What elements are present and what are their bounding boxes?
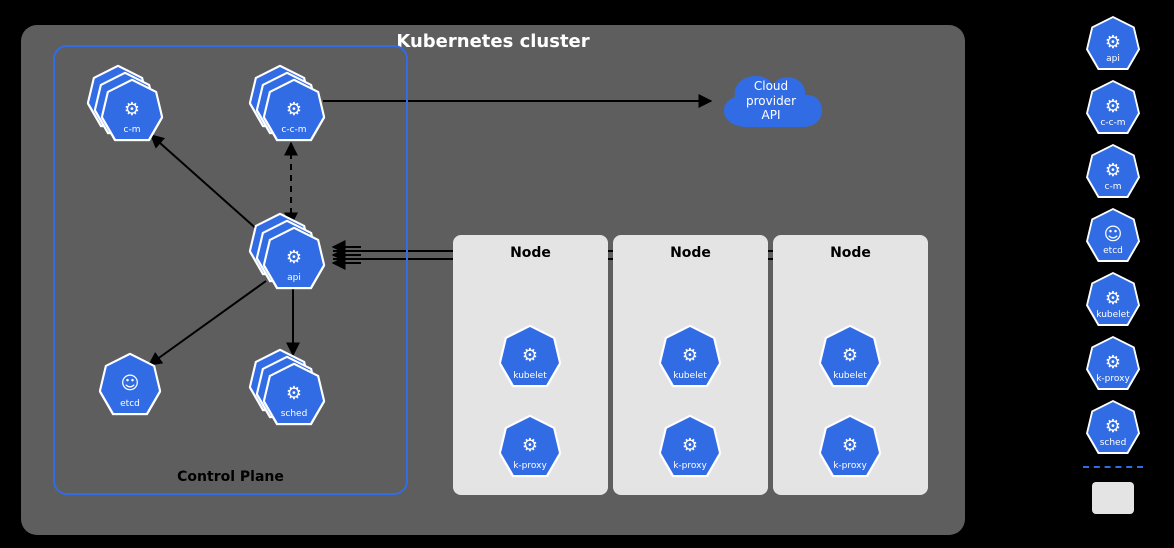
etcd-icon: ☺ etcd [101, 355, 159, 413]
node-panel-2: Node ⚙ kubelet ⚙ k-proxy [613, 235, 768, 495]
legend-label: c-m [1088, 183, 1138, 192]
kubernetes-cluster-panel: Kubernetes cluster [21, 25, 965, 535]
cm-label: c-m [103, 126, 161, 135]
gear-icon: ⚙ [1105, 98, 1121, 116]
legend-cm-icon: ⚙ c-m [1088, 146, 1138, 196]
kube-proxy-icon: ⚙ k-proxy [821, 417, 879, 475]
legend-sched-icon: ⚙ sched [1088, 402, 1138, 452]
legend-dashed-line [1083, 466, 1143, 468]
legend-label: c-c-m [1088, 119, 1138, 128]
gear-icon: ⚙ [1105, 162, 1121, 180]
gear-icon: ⚙ [286, 385, 302, 403]
gear-icon: ⚙ [842, 437, 858, 455]
kubelet-label: kubelet [501, 372, 559, 381]
kubelet-label: kubelet [821, 372, 879, 381]
cloud-controller-manager-icon: ⚙ c-c-m [265, 81, 323, 139]
api-label: api [265, 274, 323, 283]
legend-label: etcd [1088, 247, 1138, 256]
kproxy-label: k-proxy [821, 462, 879, 471]
legend-node-swatch [1092, 482, 1134, 514]
cloud-label: Cloud provider API [711, 63, 831, 139]
gear-icon: ⚙ [842, 347, 858, 365]
kubelet-icon: ⚙ kubelet [661, 327, 719, 385]
sched-label: sched [265, 410, 323, 419]
gear-icon: ⚙ [1105, 34, 1121, 52]
gear-icon: ⚙ [522, 437, 538, 455]
node-title: Node [613, 245, 768, 261]
etcd-glyph-icon: ☺ [121, 375, 140, 393]
scheduler-icon: ⚙ sched [265, 365, 323, 423]
gear-icon: ⚙ [1105, 354, 1121, 372]
kube-proxy-icon: ⚙ k-proxy [501, 417, 559, 475]
legend-panel: ⚙ api ⚙ c-c-m ⚙ c-m ☺ etcd ⚙ kubelet ⚙ k… [1078, 18, 1148, 514]
node-panel-1: Node ⚙ kubelet ⚙ k-proxy [453, 235, 608, 495]
gear-icon: ⚙ [286, 249, 302, 267]
gear-icon: ⚙ [682, 347, 698, 365]
ccm-label: c-c-m [265, 126, 323, 135]
gear-icon: ⚙ [1105, 290, 1121, 308]
etcd-glyph-icon: ☺ [1104, 226, 1123, 244]
gear-icon: ⚙ [286, 101, 302, 119]
controller-manager-icon: ⚙ c-m [103, 81, 161, 139]
kproxy-label: k-proxy [661, 462, 719, 471]
control-plane-title: Control Plane [55, 469, 406, 485]
node-title: Node [453, 245, 608, 261]
kubelet-label: kubelet [661, 372, 719, 381]
gear-icon: ⚙ [124, 101, 140, 119]
legend-kubelet-icon: ⚙ kubelet [1088, 274, 1138, 324]
legend-etcd-icon: ☺ etcd [1088, 210, 1138, 260]
legend-label: sched [1088, 439, 1138, 448]
gear-icon: ⚙ [682, 437, 698, 455]
kubelet-icon: ⚙ kubelet [501, 327, 559, 385]
node-title: Node [773, 245, 928, 261]
gear-icon: ⚙ [1105, 418, 1121, 436]
etcd-label: etcd [101, 400, 159, 409]
kube-proxy-icon: ⚙ k-proxy [661, 417, 719, 475]
kubelet-icon: ⚙ kubelet [821, 327, 879, 385]
legend-ccm-icon: ⚙ c-c-m [1088, 82, 1138, 132]
kproxy-label: k-proxy [501, 462, 559, 471]
legend-label: k-proxy [1088, 375, 1138, 384]
legend-api-icon: ⚙ api [1088, 18, 1138, 68]
cloud-provider-api: Cloud provider API [711, 63, 831, 139]
kube-apiserver-icon: ⚙ api [265, 229, 323, 287]
legend-label: kubelet [1088, 311, 1138, 320]
gear-icon: ⚙ [522, 347, 538, 365]
legend-kproxy-icon: ⚙ k-proxy [1088, 338, 1138, 388]
legend-label: api [1088, 55, 1138, 64]
node-panel-3: Node ⚙ kubelet ⚙ k-proxy [773, 235, 928, 495]
